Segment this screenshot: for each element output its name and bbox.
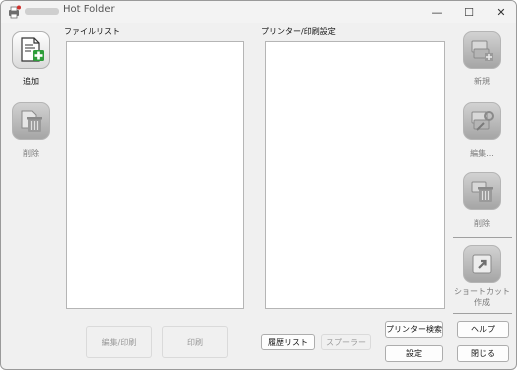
close-icon: ✕ [496, 5, 506, 19]
delete-button[interactable] [12, 102, 50, 140]
create-shortcut-button[interactable] [463, 245, 501, 283]
app-icon [9, 5, 21, 19]
add-label: 追加 [23, 77, 39, 86]
new-button[interactable] [463, 31, 501, 69]
help-button[interactable]: ヘルプ [457, 321, 509, 338]
right-sidebar-divider [453, 237, 512, 238]
delete-label: 削除 [23, 149, 39, 158]
add-button[interactable] [12, 31, 50, 69]
window-title: Hot Folder [63, 4, 115, 15]
hot-folder-window: Hot Folder — ☐ ✕ 追加 削除 ファイルリスト プリンター/印刷設… [0, 0, 517, 370]
close-button[interactable]: 閉じる [457, 345, 509, 362]
settings-button[interactable]: 設定 [385, 345, 443, 362]
minimize-icon: — [431, 5, 443, 19]
delete-setting-button[interactable] [463, 172, 501, 210]
history-list-button[interactable]: 履歴リスト [261, 334, 315, 350]
trash-icon [471, 181, 493, 202]
minimize-button[interactable]: — [421, 1, 453, 23]
maximize-button[interactable]: ☐ [453, 1, 485, 23]
print-button[interactable]: 印刷 [162, 326, 228, 358]
file-list-label: ファイルリスト [64, 27, 120, 36]
trash-icon [21, 110, 42, 132]
delete-setting-label: 削除 [474, 219, 490, 228]
edit-button[interactable] [463, 102, 501, 140]
maximize-icon: ☐ [464, 5, 474, 19]
add-document-icon [21, 37, 44, 62]
edit-label: 編集... [470, 149, 494, 158]
spooler-button[interactable]: スプーラー [321, 334, 371, 350]
new-label: 新規 [474, 77, 490, 86]
edit-print-button[interactable]: 編集/印刷 [86, 326, 152, 358]
close-window-button[interactable]: ✕ [485, 1, 516, 23]
printer-settings-label: プリンター/印刷設定 [261, 27, 336, 36]
file-list-panel[interactable] [66, 41, 244, 309]
printer-settings-panel[interactable] [265, 41, 445, 309]
new-setting-icon [471, 40, 493, 61]
title-bar: Hot Folder — ☐ ✕ [1, 1, 516, 23]
app-name-obscured [25, 8, 59, 15]
printer-search-button[interactable]: プリンター検索 [385, 321, 443, 338]
shortcut-icon [472, 254, 492, 274]
create-shortcut-label: ショートカット作成 [454, 287, 510, 307]
edit-gear-icon [471, 111, 494, 131]
right-bottom-divider [453, 313, 512, 314]
